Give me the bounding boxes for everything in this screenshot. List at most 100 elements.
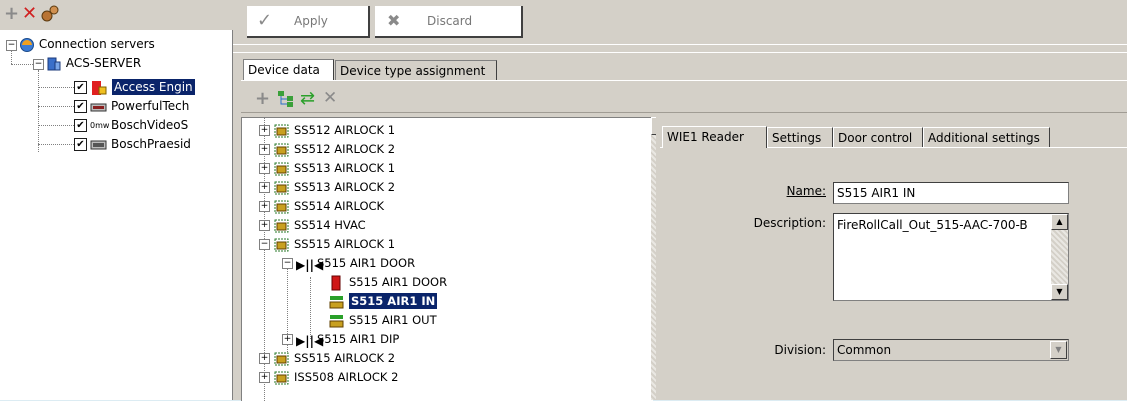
tree-server-acs[interactable]: ACS-SERVER: [46, 54, 141, 72]
tree-node[interactable]: − ▶||◀S515 AIR1 DOOR: [282, 254, 415, 273]
tree-node[interactable]: + ▶||◀S515 AIR1 DIP: [282, 330, 399, 349]
tree-node-label: SS515 AIRLOCK 2: [294, 351, 396, 365]
tab-door-control[interactable]: Door control: [833, 127, 923, 147]
collapse-icon[interactable]: −: [6, 40, 17, 51]
device-icon: [90, 99, 107, 115]
description-label: Description:: [753, 216, 826, 230]
tree-node-label: SS514 HVAC: [294, 218, 366, 232]
tree-node-label: S515 AIR1 IN: [347, 292, 439, 310]
tree-node[interactable]: S515 AIR1 OUT: [328, 311, 437, 330]
expand-icon[interactable]: +: [259, 125, 270, 136]
connection-servers-icon: [20, 37, 34, 52]
chevron-down-icon[interactable]: ▼: [1050, 341, 1067, 359]
tree-node-label: SS513 AIRLOCK 1: [294, 161, 396, 175]
tree-node[interactable]: S515 AIR1 DOOR: [328, 273, 447, 292]
tree-node-label: SS512 AIRLOCK 2: [294, 142, 396, 156]
description-value: FireRollCall_Out_515-AAC-700-B: [837, 218, 1028, 232]
tree-root-connection-servers[interactable]: Connection servers: [19, 35, 155, 53]
tree-item-powerfultech[interactable]: ✔ PowerfulTech: [74, 97, 189, 115]
tree-node[interactable]: + SS515 AIRLOCK 2: [259, 349, 395, 368]
expand-icon[interactable]: +: [259, 372, 270, 383]
expand-icon[interactable]: +: [259, 182, 270, 193]
name-field[interactable]: S515 AIR1 IN: [833, 182, 1069, 204]
door-icon: ▶||◀: [296, 257, 324, 272]
tab-label: Additional settings: [928, 131, 1040, 145]
expand-icon[interactable]: +: [259, 163, 270, 174]
division-select[interactable]: Common ▼: [833, 339, 1069, 361]
delete-icon[interactable]: ✕: [323, 88, 337, 108]
controller-icon: [273, 161, 290, 177]
tree-node-label: SS514 AIRLOCK: [294, 199, 385, 213]
server-icon: [47, 57, 61, 70]
reader-icon: [328, 313, 345, 329]
tree-item-label: BoschVideoS: [111, 118, 189, 132]
check-icon: ✓: [257, 10, 273, 31]
scroll-up-icon[interactable]: ▲: [1051, 214, 1068, 230]
expand-icon[interactable]: +: [259, 353, 270, 364]
expand-icon[interactable]: +: [259, 144, 270, 155]
tree-node[interactable]: + SS513 AIRLOCK 1: [259, 159, 395, 178]
collapse-icon[interactable]: −: [33, 59, 44, 70]
main-panel: ✓ Apply ✖ Discard Device data Device typ…: [233, 0, 1127, 401]
tree-node[interactable]: + SS513 AIRLOCK 2: [259, 178, 395, 197]
checkbox[interactable]: ✔: [74, 81, 87, 94]
tree-node[interactable]: + ISS508 AIRLOCK 2: [259, 368, 398, 387]
controller-icon: [273, 180, 290, 196]
collapse-icon[interactable]: −: [259, 239, 270, 250]
tree-item-boschvideos[interactable]: ✔ 0mw BoschVideoS: [74, 116, 188, 134]
add-icon[interactable]: +: [4, 4, 19, 24]
controller-icon: [273, 370, 290, 386]
tree-node-label: SS512 AIRLOCK 1: [294, 123, 396, 137]
tree-node[interactable]: + SS514 AIRLOCK: [259, 197, 384, 216]
tree-node[interactable]: − SS515 AIRLOCK 1: [259, 235, 395, 254]
door-red-icon: [328, 275, 345, 291]
controller-icon: [273, 123, 290, 139]
tab-device-data[interactable]: Device data: [243, 59, 334, 81]
scroll-down-icon[interactable]: ▼: [1051, 284, 1068, 300]
tab-label: Door control: [838, 131, 913, 145]
server-label: ACS-SERVER: [65, 56, 142, 70]
apply-button[interactable]: ✓ Apply: [247, 6, 370, 38]
detail-panel: WIE1 Reader Settings Door control Additi…: [656, 117, 1127, 400]
tree-item-label: BoschPraesid: [111, 137, 191, 151]
add-icon[interactable]: +: [255, 88, 270, 109]
tab-label: Settings: [772, 131, 822, 145]
division-label: Division:: [774, 343, 826, 357]
name-label: Name:: [786, 184, 826, 198]
device-icon: [90, 137, 107, 153]
tree-node[interactable]: + SS512 AIRLOCK 1: [259, 121, 395, 140]
tree-item-access-engine[interactable]: ✔ Access Engin: [74, 78, 195, 96]
description-field[interactable]: FireRollCall_Out_515-AAC-700-B ▲ ▼: [833, 213, 1069, 301]
video-icon: 0mw: [90, 120, 110, 130]
tree-node-label: SS513 AIRLOCK 2: [294, 180, 396, 194]
connect-icon[interactable]: [40, 4, 60, 29]
tree-node-selected[interactable]: S515 AIR1 IN: [328, 292, 439, 311]
tree-icon[interactable]: [277, 90, 295, 111]
device-tree: + SS512 AIRLOCK 1 + SS512 AIRLOCK 2 + SS513…: [241, 117, 653, 401]
tab-label: WIE1 Reader: [667, 130, 744, 144]
tree-node[interactable]: + SS514 HVAC: [259, 216, 366, 235]
refresh-icon[interactable]: ⇄: [300, 88, 315, 109]
tree-node[interactable]: + SS512 AIRLOCK 2: [259, 140, 395, 159]
discard-button[interactable]: ✖ Discard: [375, 6, 523, 38]
tab-device-type-assignment[interactable]: Device type assignment: [335, 60, 497, 81]
tree-node-label: S515 AIR1 DOOR: [317, 256, 416, 270]
collapse-icon[interactable]: −: [282, 258, 293, 269]
controller-icon: [273, 237, 290, 253]
discard-label: Discard: [427, 14, 473, 28]
division-value: Common: [837, 343, 892, 357]
tree-node-label: ISS508 AIRLOCK 2: [294, 370, 399, 384]
checkbox[interactable]: ✔: [74, 119, 87, 132]
expand-icon[interactable]: +: [259, 220, 270, 231]
tab-settings[interactable]: Settings: [767, 127, 833, 147]
delete-icon[interactable]: ✕: [22, 4, 37, 24]
checkbox[interactable]: ✔: [74, 100, 87, 113]
access-engine-icon: [90, 80, 108, 96]
tab-additional-settings[interactable]: Additional settings: [923, 127, 1050, 147]
door-icon: ▶||◀: [296, 333, 324, 348]
expand-icon[interactable]: +: [282, 334, 293, 345]
tree-item-boschpraesid[interactable]: ✔ BoschPraesid: [74, 135, 191, 153]
tab-wie1-reader[interactable]: WIE1 Reader: [662, 126, 767, 148]
expand-icon[interactable]: +: [259, 201, 270, 212]
checkbox[interactable]: ✔: [74, 138, 87, 151]
